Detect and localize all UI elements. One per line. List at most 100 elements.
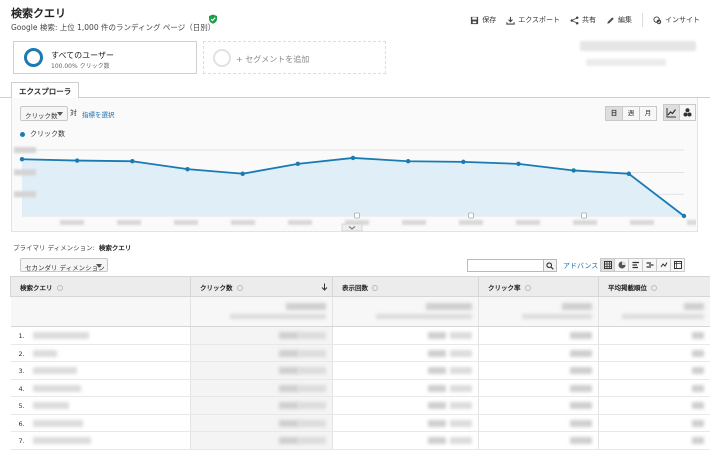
column-header-label: クリック率 [488,283,521,292]
date-range-selector[interactable] [580,41,696,51]
insights-icon [653,15,662,24]
advanced-filter-link[interactable]: アドバンス [563,261,598,271]
x-tick-label [630,220,654,225]
table-cell [190,396,333,415]
share-icon [570,16,579,24]
y-tick-label [14,147,36,153]
annotation-marker[interactable] [354,212,360,219]
y-tick-label [14,169,36,176]
data-point[interactable] [185,166,190,172]
annotation-marker[interactable] [581,212,587,219]
column-header-ctr[interactable]: クリック率 [478,276,599,297]
granularity-month-button[interactable]: 月 [639,106,657,121]
data-point[interactable] [461,159,466,165]
data-point[interactable] [516,161,521,167]
column-header-avg-position[interactable]: 平均掲載順位 [598,276,710,297]
data-point[interactable] [571,168,576,173]
table-cell[interactable]: 1. [10,326,191,345]
table-cell[interactable]: 2. [10,344,191,362]
help-icon[interactable] [651,284,657,291]
view-comparison-button[interactable] [642,258,657,272]
insights-button[interactable]: インサイト [653,15,700,25]
save-button[interactable]: 保存 [470,15,496,25]
table-row[interactable]: 7. [10,431,710,450]
view-pivot-button[interactable] [670,258,685,272]
table-cell [478,396,599,415]
secondary-dimension-dropdown[interactable]: セカンダリ ディメンション [20,258,108,272]
column-header-query[interactable]: 検索クエリ [10,276,191,297]
view-performance-button[interactable] [628,258,643,272]
line-chart [14,147,696,232]
data-point[interactable] [240,171,245,176]
table-cell [598,361,710,380]
page-title: 検索クエリ [11,7,66,20]
data-point[interactable] [350,155,356,161]
row-number: 7. [18,437,25,445]
table-search-input[interactable] [467,259,544,272]
data-point[interactable] [19,157,25,162]
view-pie-button[interactable] [614,258,629,272]
share-label: 共有 [582,16,596,24]
table-cell[interactable]: 4. [10,379,191,397]
column-header-impressions[interactable]: 表示回数 [332,276,479,297]
row-number: 1. [18,332,25,340]
help-icon[interactable] [524,284,531,291]
table-cell [332,361,479,380]
data-point[interactable] [681,213,687,219]
granularity-week-button[interactable]: 週 [622,106,640,121]
data-point[interactable] [74,158,80,163]
motion-chart-button[interactable] [679,104,696,121]
view-term-cloud-button[interactable] [656,258,671,272]
table-cell [332,396,479,415]
tab-explorer[interactable]: エクスプローラ [11,82,80,99]
x-tick-label [288,220,312,225]
table-row[interactable]: 2. [10,344,710,362]
x-tick-label [174,220,198,225]
table-cell[interactable]: 6. [10,414,191,432]
column-header-clicks[interactable]: クリック数 [190,276,333,297]
line-chart-button[interactable] [663,104,680,121]
table-search-button[interactable] [543,259,557,272]
data-point[interactable] [130,159,135,164]
table-cell [598,379,710,397]
metric-dropdown[interactable]: クリック数 [20,106,68,121]
report-tabs: エクスプローラ [0,80,710,99]
table-row[interactable]: 3. [10,361,710,380]
table-cell[interactable]: 7. [10,431,191,450]
x-tick-label [117,220,141,225]
edit-button[interactable]: 編集 [606,15,632,25]
segment-all-users[interactable]: すべてのユーザー 100.00% クリック数 [13,41,197,74]
granularity-day-button[interactable]: 日 [605,106,623,121]
pivot-icon [673,261,682,269]
view-data-table-button[interactable] [600,258,615,272]
data-point[interactable] [295,161,301,167]
search-icon [546,261,554,270]
caret-down-icon [57,112,63,116]
segment-ring-icon [24,48,43,67]
export-button[interactable]: エクスポート [506,15,560,25]
add-segment-button[interactable]: + セグメントを追加 [203,41,386,74]
data-point[interactable] [405,159,411,164]
table-row[interactable]: 5. [10,396,710,415]
verified-shield-icon [209,14,217,24]
annotation-marker[interactable] [468,212,474,219]
choose-metric-link[interactable]: 指標を選択 [82,109,115,119]
row-number: 5. [18,402,25,410]
x-tick-label [231,220,255,225]
toolbar-divider [642,13,643,27]
table-row[interactable]: 1. [10,326,710,345]
line-chart-icon [666,108,676,118]
annotation-expand-tab[interactable] [341,223,363,232]
table-row[interactable]: 6. [10,414,710,432]
share-button[interactable]: 共有 [570,15,596,25]
primary-dimension-value[interactable]: 検索クエリ [99,244,132,252]
help-icon[interactable] [236,284,243,291]
data-point[interactable] [626,171,632,176]
primary-dimension-label: プライマリ ディメンション: [13,244,95,252]
table-cell[interactable]: 5. [10,396,191,415]
table-row[interactable]: 4. [10,379,710,397]
table-cell[interactable]: 3. [10,361,191,380]
pencil-icon [607,16,614,24]
help-icon[interactable] [56,284,63,291]
help-icon[interactable] [372,284,378,291]
